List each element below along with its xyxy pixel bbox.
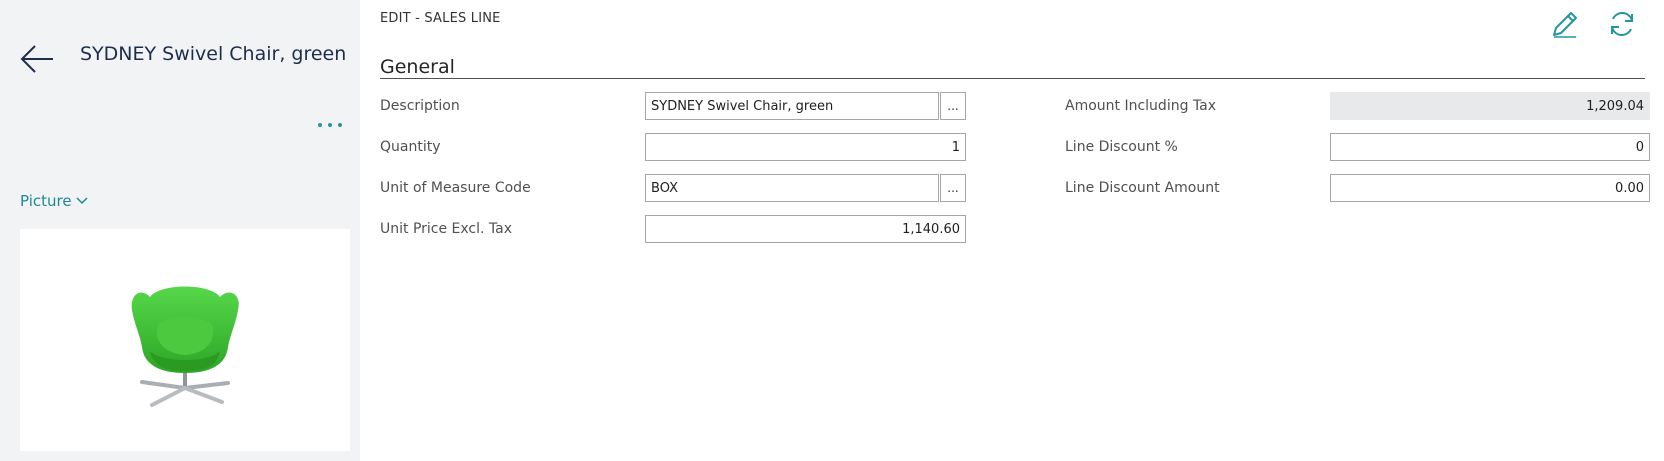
- unit-price-label: Unit Price Excl. Tax: [380, 221, 513, 237]
- item-picture[interactable]: [20, 229, 350, 451]
- unit-of-measure-assist-button[interactable]: ...: [940, 174, 966, 202]
- line-discount-percent-label: Line Discount %: [1065, 139, 1178, 155]
- description-label: Description: [380, 98, 460, 114]
- line-discount-amount-field[interactable]: 0.00: [1330, 174, 1650, 202]
- ellipsis-icon: [318, 123, 322, 127]
- more-options-button[interactable]: [310, 112, 350, 138]
- amount-including-tax-label: Amount Including Tax: [1065, 98, 1217, 114]
- picture-label: Picture: [20, 192, 72, 210]
- unit-of-measure-label: Unit of Measure Code: [380, 180, 531, 196]
- pencil-icon: [1553, 12, 1577, 38]
- page-caption: EDIT - SALES LINE: [380, 11, 501, 26]
- line-discount-amount-label: Line Discount Amount: [1065, 180, 1220, 196]
- description-assist-button[interactable]: ...: [940, 92, 966, 120]
- refresh-icon: [1611, 11, 1633, 37]
- general-section-title[interactable]: General: [380, 56, 455, 78]
- amount-including-tax-field: 1,209.04: [1330, 92, 1650, 120]
- chevron-down-icon: [76, 197, 88, 205]
- description-field[interactable]: SYDNEY Swivel Chair, green: [645, 92, 939, 120]
- section-divider: [380, 78, 1645, 79]
- refresh-button[interactable]: [1602, 4, 1642, 44]
- left-pane: SYDNEY Swivel Chair, green Picture: [0, 0, 360, 461]
- main-content: EDIT - SALES LINE General Description SY…: [380, 0, 1650, 461]
- quantity-label: Quantity: [380, 139, 441, 155]
- edit-button[interactable]: [1545, 4, 1585, 44]
- unit-price-field[interactable]: 1,140.60: [645, 215, 966, 243]
- back-arrow-icon: [20, 45, 53, 73]
- line-discount-percent-field[interactable]: 0: [1330, 133, 1650, 161]
- green-chair-image: [131, 286, 239, 407]
- back-button[interactable]: [16, 38, 58, 80]
- picture-factbox-toggle[interactable]: Picture: [20, 192, 88, 210]
- item-title: SYDNEY Swivel Chair, green: [80, 43, 347, 65]
- unit-of-measure-field[interactable]: BOX: [645, 174, 939, 202]
- quantity-field[interactable]: 1: [645, 133, 966, 161]
